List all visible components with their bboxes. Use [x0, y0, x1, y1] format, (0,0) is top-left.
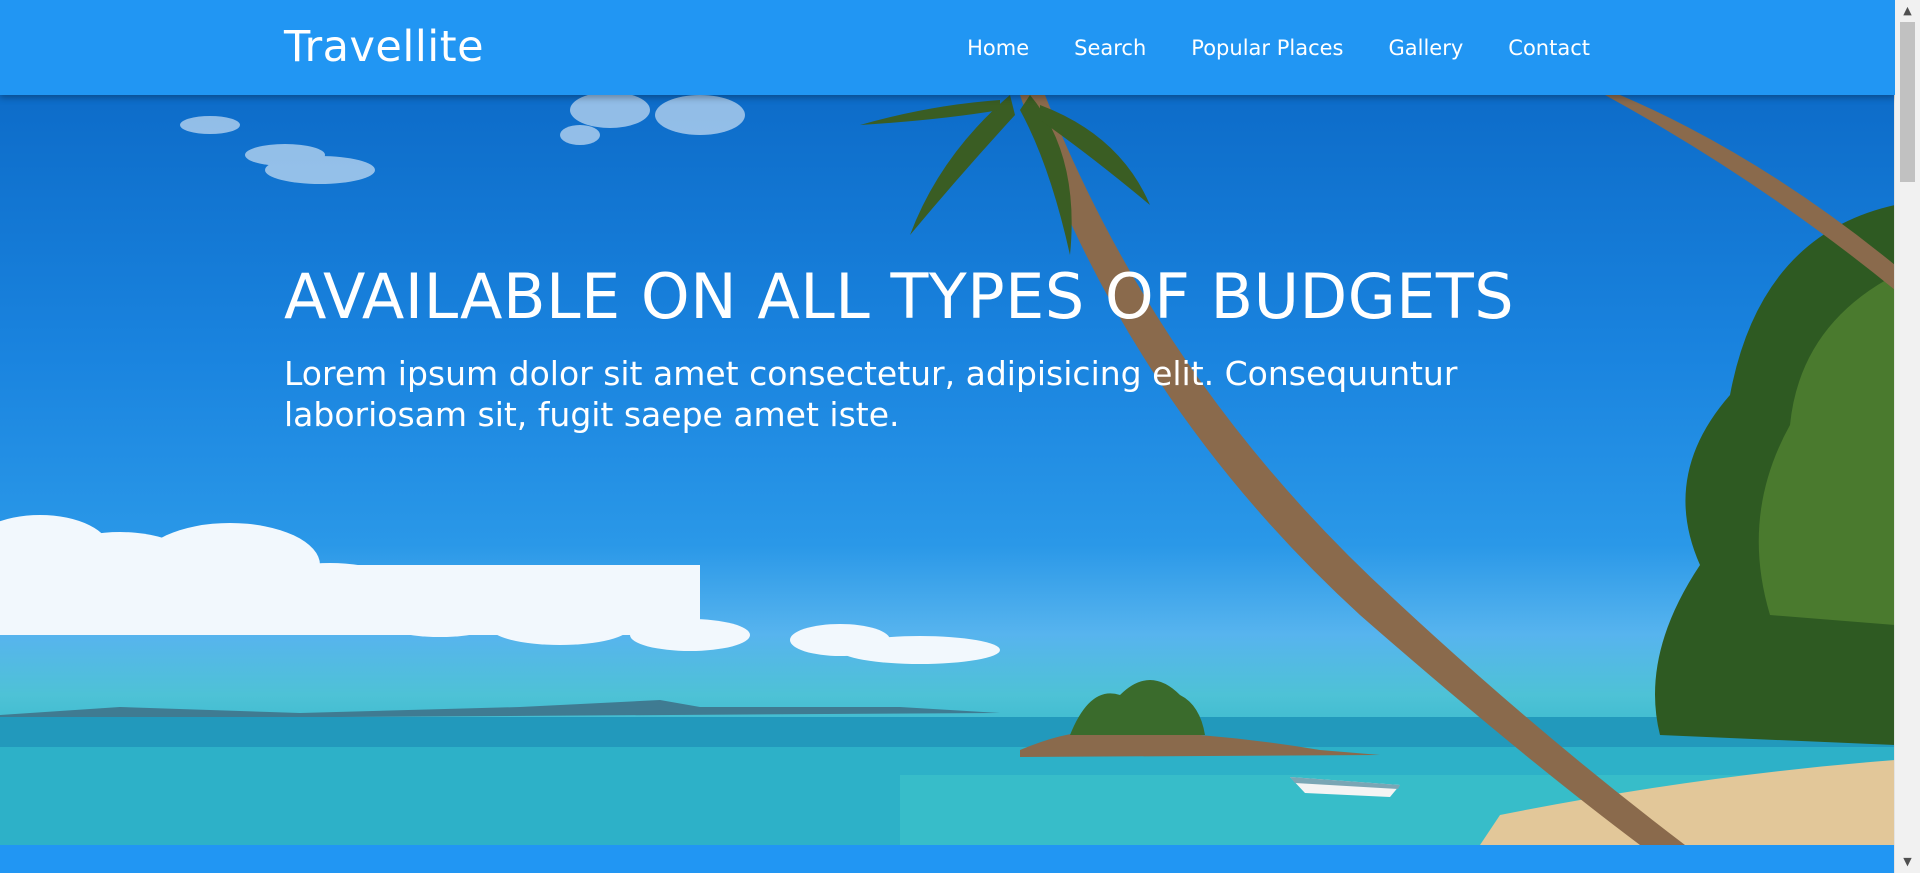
page: Travellite Home Search Popular Places Ga… — [0, 0, 1895, 873]
scroll-thumb[interactable] — [1900, 22, 1915, 182]
nav-link-contact[interactable]: Contact — [1508, 36, 1590, 60]
hero-subtitle: Lorem ipsum dolor sit amet consectetur, … — [284, 354, 1458, 434]
next-section-strip — [0, 845, 1895, 873]
navbar: Travellite Home Search Popular Places Ga… — [0, 0, 1895, 95]
nav-link-home[interactable]: Home — [967, 36, 1029, 60]
hero-background-image — [0, 95, 1895, 845]
scroll-up-icon[interactable]: ▲ — [1895, 2, 1920, 20]
hero-title: AVAILABLE ON ALL TYPES OF BUDGETS — [284, 260, 1515, 333]
brand-logo[interactable]: Travellite — [284, 22, 484, 72]
nav-link-gallery[interactable]: Gallery — [1389, 36, 1464, 60]
main-nav: Home Search Popular Places Gallery Conta… — [967, 36, 1590, 60]
nav-link-popular-places[interactable]: Popular Places — [1191, 36, 1343, 60]
nav-link-search[interactable]: Search — [1074, 36, 1146, 60]
hero-section: AVAILABLE ON ALL TYPES OF BUDGETS Lorem … — [0, 95, 1895, 845]
page-scrollbar[interactable]: ▲ ▼ — [1894, 0, 1920, 873]
scroll-down-icon[interactable]: ▼ — [1895, 853, 1920, 871]
horizon-clouds — [0, 515, 1000, 664]
sky-clouds — [180, 95, 745, 184]
distant-hills — [0, 700, 1000, 719]
